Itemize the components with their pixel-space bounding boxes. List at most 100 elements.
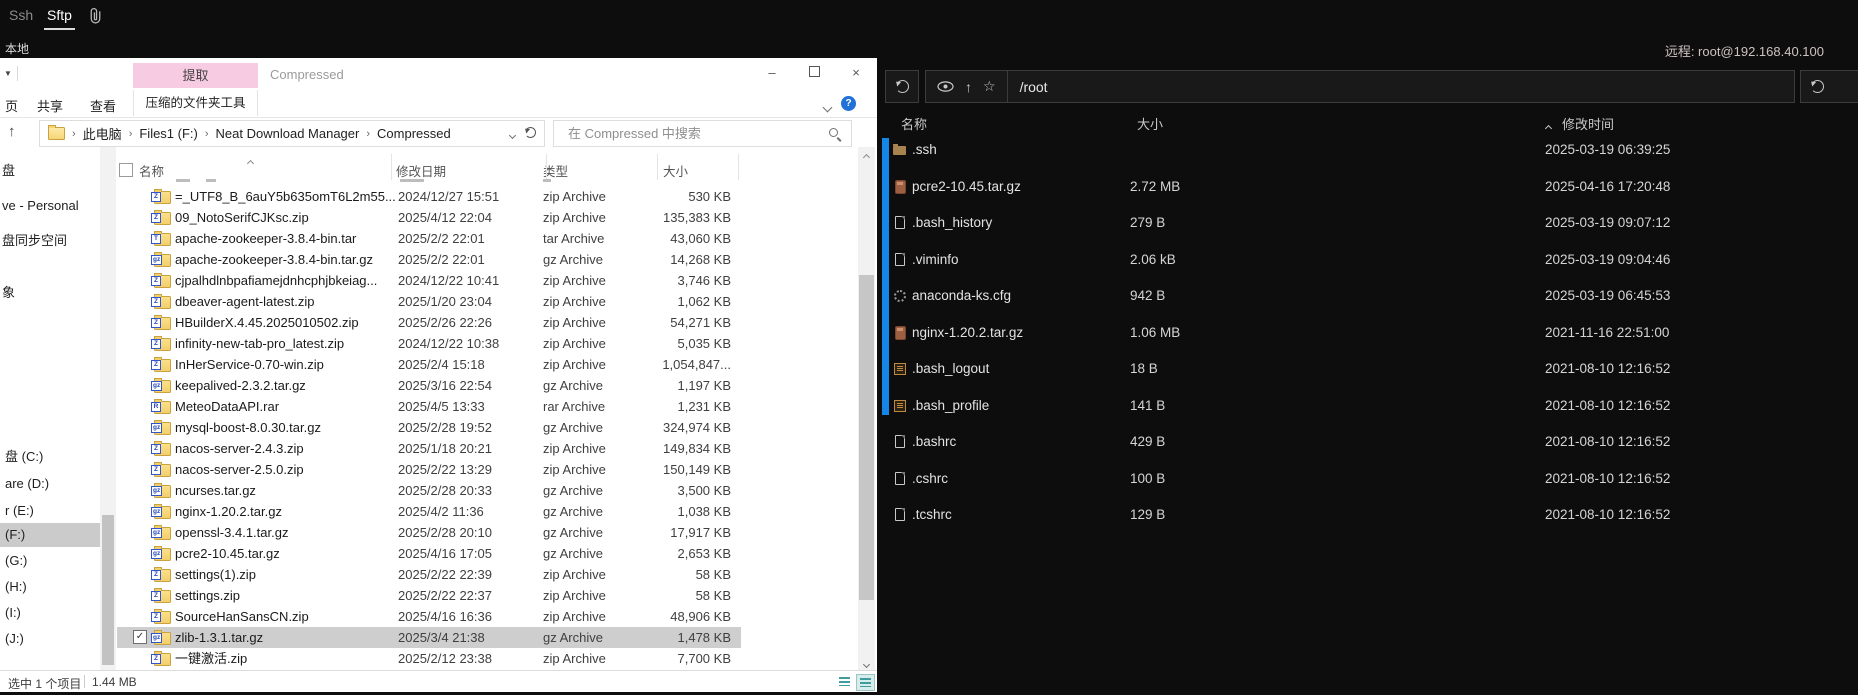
breadcrumb-folder[interactable]: Neat Download Manager [216, 126, 360, 141]
address-refresh-icon[interactable] [525, 126, 536, 141]
file-name[interactable]: apache-zookeeper-3.8.4-bin.tar [175, 228, 356, 249]
file-name[interactable]: .ssh [912, 140, 937, 160]
ribbon-collapse-chevron-icon[interactable] [822, 98, 833, 116]
tab-ssh[interactable]: Ssh [9, 7, 33, 23]
maximize-button[interactable] [793, 58, 835, 88]
scroll-up-icon[interactable] [858, 147, 875, 164]
table-row[interactable]: Z =_UTF8_B_6auY5b635omT6L2m55... 2024/12… [117, 186, 741, 207]
file-name[interactable]: =_UTF8_B_6auY5b635omT6L2m55... [175, 186, 396, 207]
sidebar-item[interactable]: 盘 [2, 160, 15, 179]
sidebar-scrollbar[interactable] [100, 147, 116, 670]
ribbon-tab-compressed-tools[interactable]: 压缩的文件夹工具 [133, 90, 258, 116]
table-row[interactable]: R MeteoDataAPI.rar 2025/4/5 13:33 rar Ar… [117, 396, 741, 417]
table-row[interactable]: Z InHerService-0.70-win.zip 2025/2/4 15:… [117, 354, 741, 375]
file-name[interactable]: HBuilderX.4.45.2025010502.zip [175, 312, 359, 333]
table-row[interactable]: gz pcre2-10.45.tar.gz 2025/4/16 17:05 gz… [117, 543, 741, 564]
list-item[interactable]: .bashrc 429 B 2021-08-10 12:16:52 [880, 432, 1858, 452]
list-item[interactable]: anaconda-ks.cfg 942 B 2025-03-19 06:45:5… [880, 286, 1858, 306]
details-view-button[interactable] [856, 674, 875, 691]
file-name[interactable]: anaconda-ks.cfg [912, 286, 1011, 306]
sidebar-item-drive[interactable]: r (E:) [0, 499, 105, 523]
sidebar-item[interactable]: 象 [2, 282, 15, 301]
remote-column-name[interactable]: 名称 [901, 114, 927, 133]
file-name[interactable]: settings.zip [175, 585, 240, 606]
row-checkbox-checked[interactable] [133, 630, 147, 644]
file-name[interactable]: nacos-server-2.4.3.zip [175, 438, 304, 459]
file-name[interactable]: pcre2-10.45.tar.gz [912, 177, 1021, 197]
file-list-scrollbar[interactable] [858, 147, 875, 670]
table-row[interactable]: gz keepalived-2.3.2.tar.gz 2025/3/16 22:… [117, 375, 741, 396]
file-name[interactable]: zlib-1.3.1.tar.gz [175, 627, 263, 648]
file-name[interactable]: keepalived-2.3.2.tar.gz [175, 375, 306, 396]
address-bar[interactable]: 此电脑 Files1 (F:) Neat Download Manager Co… [39, 120, 545, 147]
list-item[interactable]: .bash_history 279 B 2025-03-19 09:07:12 [880, 213, 1858, 233]
file-name[interactable]: 09_NotoSerifCJKsc.zip [175, 207, 309, 228]
table-row[interactable]: gz openssl-3.4.1.tar.gz 2025/2/28 20:10 … [117, 522, 741, 543]
file-name[interactable]: dbeaver-agent-latest.zip [175, 291, 314, 312]
table-row[interactable]: Z cjpalhdlnbpafiamejdnhcphjbkeiag... 202… [117, 270, 741, 291]
table-row[interactable]: Z settings(1).zip 2025/2/22 22:39 zip Ar… [117, 564, 741, 585]
column-divider[interactable] [738, 154, 739, 180]
star-icon[interactable]: ☆ [983, 78, 996, 95]
remote-path[interactable]: /root [1020, 79, 1048, 95]
file-name[interactable]: nginx-1.20.2.tar.gz [912, 323, 1023, 343]
file-name[interactable]: cjpalhdlnbpafiamejdnhcphjbkeiag... [175, 270, 377, 291]
list-item[interactable]: .tcshrc 129 B 2021-08-10 12:16:52 [880, 505, 1858, 525]
select-all-checkbox[interactable] [119, 163, 133, 177]
ribbon-tab-home[interactable]: 页 [5, 96, 18, 115]
list-view-button[interactable] [836, 674, 853, 689]
list-item[interactable]: .cshrc 100 B 2021-08-10 12:16:52 [880, 469, 1858, 489]
file-name[interactable]: SourceHanSansCN.zip [175, 606, 309, 627]
table-row[interactable]: Z dbeaver-agent-latest.zip 2025/1/20 23:… [117, 291, 741, 312]
ribbon-tab-extract[interactable]: 提取 [133, 63, 258, 88]
sidebar-item-drive[interactable]: (J:) [0, 627, 105, 651]
search-input[interactable] [566, 125, 800, 142]
table-row[interactable]: Z SourceHanSansCN.zip 2025/4/16 16:36 zi… [117, 606, 741, 627]
file-name[interactable]: mysql-boost-8.0.30.tar.gz [175, 417, 321, 438]
table-row[interactable]: gz apache-zookeeper-3.8.4-bin.tar.gz 202… [117, 249, 741, 270]
file-name[interactable]: .bashrc [912, 432, 956, 452]
close-button[interactable]: × [835, 58, 877, 88]
column-divider[interactable] [657, 154, 658, 180]
file-name[interactable]: settings(1).zip [175, 564, 256, 585]
table-row[interactable]: Z nacos-server-2.5.0.zip 2025/2/22 13:29… [117, 459, 741, 480]
ribbon-tab-view[interactable]: 查看 [90, 96, 116, 115]
file-name[interactable]: .bash_profile [912, 396, 989, 416]
sidebar-item-drive[interactable]: (G:) [0, 549, 105, 573]
scrollbar-thumb[interactable] [859, 275, 874, 600]
scrollbar-thumb[interactable] [102, 515, 114, 665]
file-name[interactable]: .bash_logout [912, 359, 989, 379]
list-item[interactable]: nginx-1.20.2.tar.gz 1.06 MB 2021-11-16 2… [880, 323, 1858, 343]
list-item[interactable]: pcre2-10.45.tar.gz 2.72 MB 2025-04-16 17… [880, 177, 1858, 197]
address-dropdown-chevron-icon[interactable] [508, 126, 517, 141]
search-icon[interactable] [828, 127, 842, 141]
breadcrumb-drive[interactable]: Files1 (F:) [139, 126, 198, 141]
table-row[interactable]: gz ncurses.tar.gz 2025/2/28 20:33 gz Arc… [117, 480, 741, 501]
remote-refresh-button-right[interactable] [1800, 70, 1858, 103]
table-row[interactable]: T apache-zookeeper-3.8.4-bin.tar 2025/2/… [117, 228, 741, 249]
table-row[interactable]: gz mysql-boost-8.0.30.tar.gz 2025/2/28 1… [117, 417, 741, 438]
file-name[interactable]: .cshrc [912, 469, 948, 489]
table-row[interactable]: Z nacos-server-2.4.3.zip 2025/1/18 20:21… [117, 438, 741, 459]
file-name[interactable]: nacos-server-2.5.0.zip [175, 459, 304, 480]
tab-sftp[interactable]: Sftp [44, 7, 75, 30]
file-name[interactable]: 一键激活.zip [175, 648, 247, 669]
navigate-up-button[interactable]: ↑ [8, 123, 16, 140]
column-header-date[interactable]: 修改日期 [396, 161, 446, 180]
column-header-name[interactable]: 名称 [139, 161, 164, 180]
file-name[interactable]: MeteoDataAPI.rar [175, 396, 279, 417]
sidebar-item-drive[interactable]: (H:) [0, 575, 105, 599]
search-box[interactable] [553, 120, 852, 147]
remote-refresh-button[interactable] [885, 70, 919, 103]
file-name[interactable]: InHerService-0.70-win.zip [175, 354, 324, 375]
quick-access-chevron-icon[interactable]: ▼ [4, 69, 12, 78]
sidebar-item[interactable]: 盘同步空间 [2, 230, 67, 249]
help-button[interactable] [841, 96, 856, 111]
column-divider[interactable] [546, 154, 547, 180]
list-item[interactable]: .bash_logout 18 B 2021-08-10 12:16:52 [880, 359, 1858, 379]
table-row[interactable]: Z HBuilderX.4.45.2025010502.zip 2025/2/2… [117, 312, 741, 333]
table-row[interactable]: gz nginx-1.20.2.tar.gz 2025/4/2 11:36 gz… [117, 501, 741, 522]
sidebar-item[interactable]: ve - Personal [2, 198, 79, 213]
list-item[interactable]: .ssh 2025-03-19 06:39:25 [880, 140, 1858, 160]
remote-column-size[interactable]: 大小 [1137, 114, 1163, 133]
